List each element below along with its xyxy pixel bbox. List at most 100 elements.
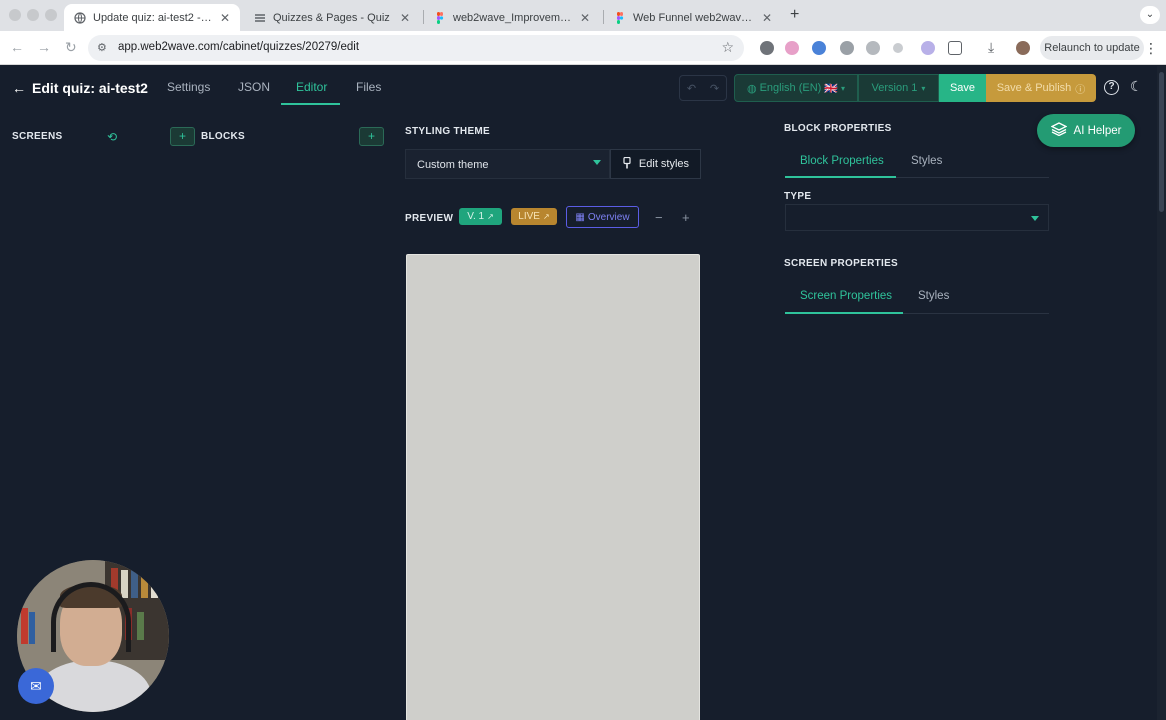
chevron-down-icon: ▾ xyxy=(921,83,926,93)
caret-down-icon xyxy=(1031,216,1039,221)
globe-icon xyxy=(74,11,86,24)
relaunch-button[interactable]: Relaunch to update xyxy=(1040,36,1144,60)
site-settings-icon[interactable]: ⚙ xyxy=(97,41,107,54)
grid-icon: ▦ xyxy=(575,211,585,223)
extension-icon[interactable] xyxy=(840,41,854,55)
edit-styles-button[interactable]: Edit styles xyxy=(610,149,701,179)
external-link-icon: ↗ xyxy=(487,212,494,221)
tab-title: web2wave_Improvement – Fi xyxy=(453,11,574,24)
tab-title: Web Funnel web2wave – Figr xyxy=(633,11,756,24)
info-icon: ⓘ xyxy=(1075,84,1086,96)
forward-icon[interactable]: → xyxy=(37,39,51,55)
tab-divider xyxy=(896,177,1049,178)
external-link-icon: ↗ xyxy=(542,212,550,221)
version-badge[interactable]: V. 1 ↗ xyxy=(459,208,502,225)
browser-tab[interactable]: Quizzes & Pages - Quiz ✕ xyxy=(244,4,420,31)
extension-icon[interactable] xyxy=(785,41,799,55)
tab-screen-styles[interactable]: Styles xyxy=(918,290,949,302)
dark-mode-moon-icon[interactable]: ☾ xyxy=(1130,78,1143,95)
help-icon[interactable]: ? xyxy=(1104,80,1119,95)
language-flag: 🇬🇧 xyxy=(824,82,839,95)
tab-title: Quizzes & Pages - Quiz xyxy=(273,11,390,24)
edit-styles-label: Edit styles xyxy=(638,158,690,170)
url-text: app.web2wave.com/cabinet/quizzes/20279/e… xyxy=(118,41,360,53)
browser-menu-icon[interactable]: ⋮ xyxy=(1144,40,1158,57)
tab-close-icon[interactable]: ✕ xyxy=(580,11,590,25)
camera-extension-icon[interactable] xyxy=(866,41,880,55)
version-badge-label: V. 1 xyxy=(467,211,485,222)
browser-tab[interactable]: web2wave_Improvement – Fi ✕ xyxy=(424,4,600,31)
refresh-icon[interactable]: ⟲ xyxy=(107,130,117,144)
scrollbar-thumb[interactable] xyxy=(1159,72,1164,212)
active-tab-indicator xyxy=(785,312,903,314)
tab-block-properties[interactable]: Block Properties xyxy=(800,155,884,167)
download-icon[interactable]: ⤓ xyxy=(988,39,994,56)
theme-select[interactable]: Custom theme xyxy=(405,149,610,179)
version-selector[interactable]: Version 1 ▾ xyxy=(858,74,939,102)
add-block-button[interactable]: + xyxy=(359,127,384,146)
browser-toolbar: ← → ↻ ⚙ app.web2wave.com/cabinet/quizzes… xyxy=(0,31,1166,65)
window-minimize-dot[interactable] xyxy=(27,9,39,21)
extensions-puzzle-icon[interactable] xyxy=(948,41,962,55)
back-icon[interactable]: ← xyxy=(10,39,24,55)
window-close-dot[interactable] xyxy=(9,9,21,21)
ai-helper-button[interactable]: AI Helper xyxy=(1037,114,1135,147)
quiz-editor-app: ← Edit quiz: ai-test2 Settings JSON Edit… xyxy=(0,66,1166,720)
chat-widget-icon[interactable]: ✉ xyxy=(18,668,54,704)
extension-icon[interactable] xyxy=(760,41,774,55)
tab-editor[interactable]: Editor xyxy=(296,80,327,94)
overview-label: Overview xyxy=(587,211,630,223)
language-label: English (EN) xyxy=(759,82,822,94)
preview-canvas xyxy=(406,254,700,720)
browser-tab-active[interactable]: Update quiz: ai-test2 - Quiz ✕ xyxy=(64,4,240,31)
zoom-out-icon[interactable]: − xyxy=(655,210,663,225)
undo-icon[interactable]: ↶ xyxy=(687,82,696,95)
caret-down-icon xyxy=(593,160,601,165)
figma-icon xyxy=(614,11,626,24)
tab-block-styles[interactable]: Styles xyxy=(911,155,942,167)
extension-icon[interactable] xyxy=(893,43,903,53)
language-selector[interactable]: ◍ English (EN) 🇬🇧 ▾ xyxy=(734,74,858,102)
tab-close-icon[interactable]: ✕ xyxy=(400,11,410,25)
tab-json[interactable]: JSON xyxy=(238,80,270,94)
tab-screen-properties[interactable]: Screen Properties xyxy=(800,290,892,302)
active-tab-indicator xyxy=(281,103,340,105)
chevron-down-icon: ▾ xyxy=(841,83,846,93)
browser-tab[interactable]: Web Funnel web2wave – Figr ✕ xyxy=(604,4,782,31)
undo-redo-group: ↶ ↷ xyxy=(679,75,727,101)
webcam-headset xyxy=(51,582,131,652)
tab-search-chevron-icon[interactable]: ⌄ xyxy=(1140,6,1160,24)
extension-icon[interactable] xyxy=(921,41,935,55)
tab-divider xyxy=(903,313,1049,314)
back-arrow-icon[interactable]: ← xyxy=(12,80,26,96)
reload-icon[interactable]: ↻ xyxy=(65,39,77,56)
type-select[interactable] xyxy=(785,204,1049,231)
page-title: Edit quiz: ai-test2 xyxy=(32,80,148,96)
tab-settings[interactable]: Settings xyxy=(167,80,210,94)
save-button[interactable]: Save xyxy=(939,74,986,102)
figma-icon xyxy=(434,11,446,24)
preview-header: PREVIEW xyxy=(405,213,454,224)
extension-icon[interactable] xyxy=(812,41,826,55)
profile-avatar[interactable] xyxy=(1016,41,1030,55)
window-zoom-dot[interactable] xyxy=(45,9,57,21)
save-and-publish-button[interactable]: Save & Publish ⓘ xyxy=(986,74,1096,102)
screen-properties-header: SCREEN PROPERTIES xyxy=(784,258,899,269)
styling-theme-header: STYLING THEME xyxy=(405,126,491,137)
add-screen-button[interactable]: + xyxy=(170,127,195,146)
new-tab-icon[interactable]: + xyxy=(790,6,799,24)
tab-files[interactable]: Files xyxy=(356,80,381,94)
active-tab-indicator xyxy=(785,176,896,178)
tab-close-icon[interactable]: ✕ xyxy=(220,11,230,25)
redo-icon[interactable]: ↷ xyxy=(710,82,719,95)
overview-button[interactable]: ▦ Overview xyxy=(566,206,639,228)
type-label: TYPE xyxy=(784,191,812,202)
browser-tab-strip: Update quiz: ai-test2 - Quiz ✕ Quizzes &… xyxy=(0,0,1166,31)
address-bar[interactable]: ⚙ app.web2wave.com/cabinet/quizzes/20279… xyxy=(88,35,744,61)
zoom-in-icon[interactable]: + xyxy=(682,210,690,225)
list-icon xyxy=(254,12,266,24)
tab-close-icon[interactable]: ✕ xyxy=(762,11,772,25)
bookmark-star-icon[interactable]: ☆ xyxy=(721,39,734,56)
live-badge[interactable]: LIVE ↗ xyxy=(511,208,557,225)
paintbrush-icon xyxy=(622,156,632,172)
